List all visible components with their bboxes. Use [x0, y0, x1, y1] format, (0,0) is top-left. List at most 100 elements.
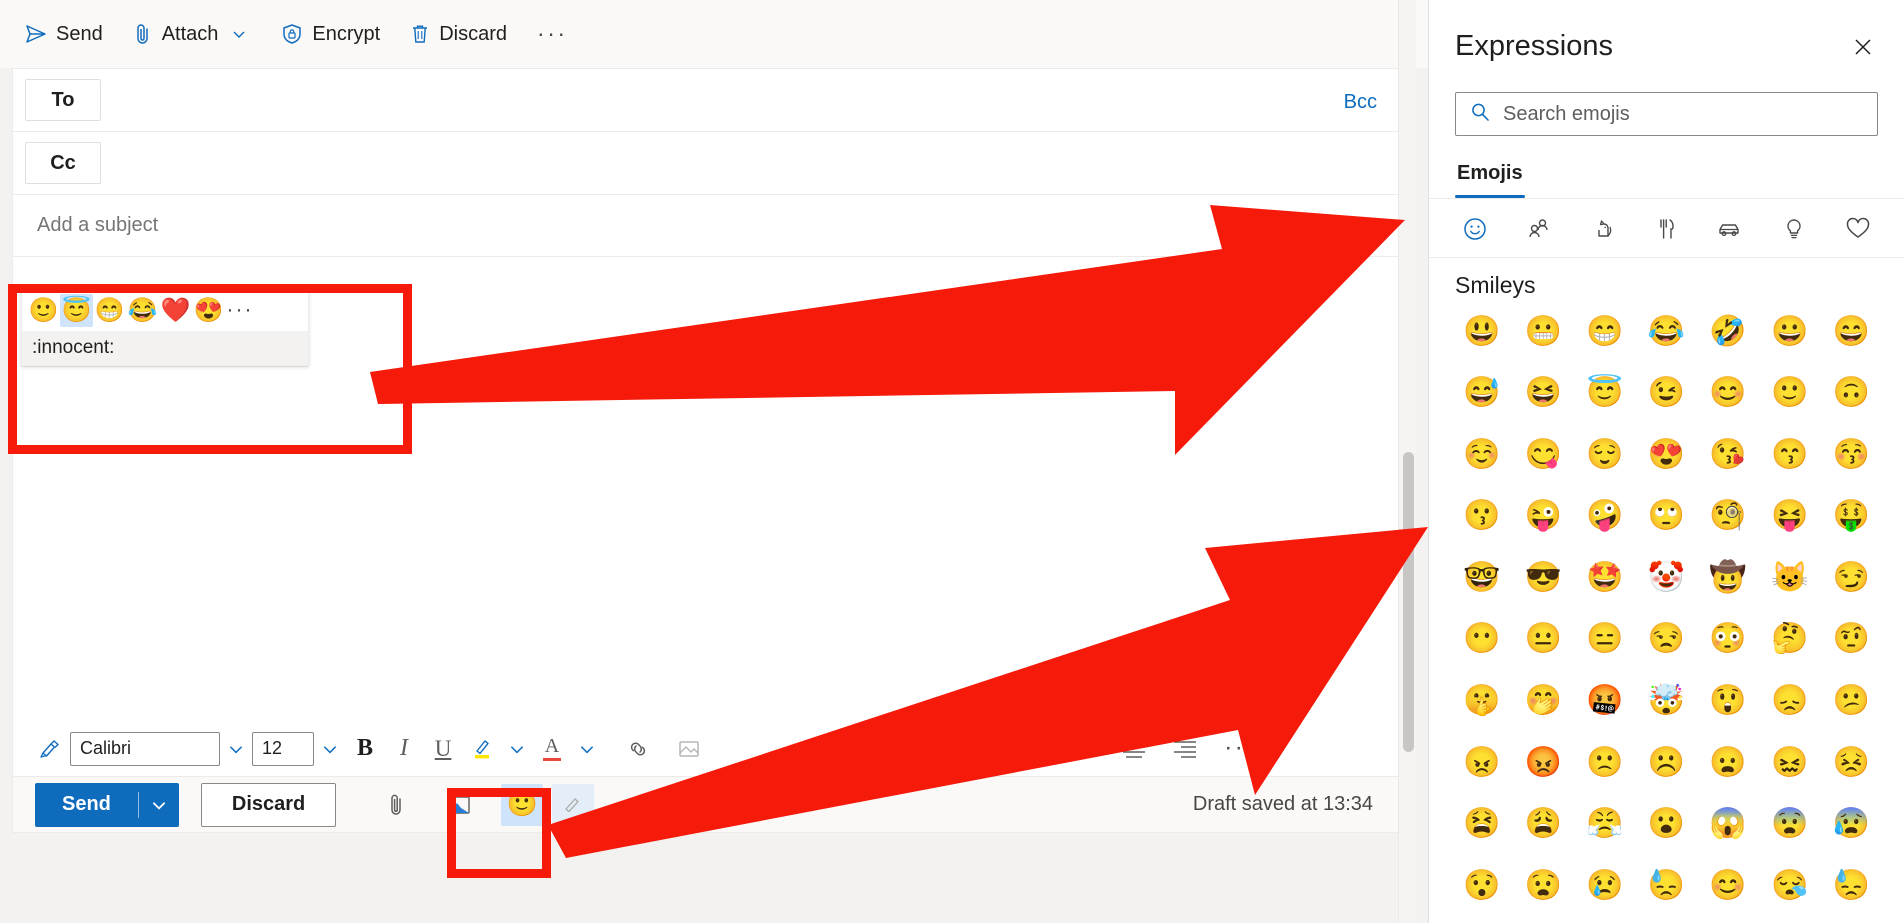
font-size-select[interactable]: 12 — [252, 731, 314, 766]
emoji-grid-item[interactable]: 😦 — [1697, 740, 1759, 785]
emoji-grid-item[interactable]: ☹️ — [1636, 740, 1698, 785]
emoji-grid-item[interactable]: 🤩 — [1574, 555, 1636, 600]
font-family-chevron-down-icon[interactable] — [221, 730, 251, 768]
font-family-select[interactable]: Calibri — [70, 731, 220, 766]
emoji-grid-item[interactable]: 😂 — [1636, 309, 1698, 354]
emoji-grid-item[interactable]: 😄 — [1820, 309, 1882, 354]
emoji-grid-item[interactable]: 🤫 — [1451, 679, 1513, 724]
insert-link-button[interactable] — [619, 730, 657, 768]
emoji-grid-item[interactable]: 😕 — [1820, 679, 1882, 724]
to-button[interactable]: To — [25, 79, 101, 121]
emoji-grid-item[interactable]: 😙 — [1759, 432, 1821, 477]
emoji-grid-item[interactable]: 🙂 — [1759, 371, 1821, 416]
increase-indent-button[interactable] — [948, 730, 986, 768]
emoji-suggestion-red-heart[interactable]: ❤️ — [159, 294, 192, 327]
emoji-grid-item[interactable]: 😚 — [1820, 432, 1882, 477]
align-center-button[interactable] — [1115, 730, 1153, 768]
close-icon[interactable] — [1844, 28, 1882, 66]
emoji-grid-item[interactable]: 😰 — [1820, 802, 1882, 847]
emoji-grid-item[interactable]: 😍 — [1636, 432, 1698, 477]
emoji-suggestion-slightly-smiling-face[interactable]: 🙂 — [27, 294, 60, 327]
emoji-search-box[interactable] — [1455, 92, 1878, 136]
emoji-grid-item[interactable]: 😃 — [1451, 309, 1513, 354]
emoji-search-input[interactable] — [1501, 101, 1877, 127]
emoji-grid-item[interactable]: 😠 — [1451, 740, 1513, 785]
bulleted-list-button[interactable] — [795, 730, 833, 768]
send-split-button[interactable]: Send — [35, 782, 179, 827]
emoji-grid-item[interactable]: ☺️ — [1451, 432, 1513, 477]
emoji-grid-item[interactable]: 😅 — [1451, 371, 1513, 416]
emoji-grid-item[interactable]: 😢 — [1574, 863, 1636, 908]
emoji-grid-item[interactable]: 😶 — [1451, 617, 1513, 662]
subject-input[interactable] — [35, 213, 1349, 238]
emoji-grid-item[interactable]: 😌 — [1574, 432, 1636, 477]
emoji-grid-item[interactable]: 😖 — [1759, 740, 1821, 785]
send-options-chevron-down-icon[interactable] — [139, 783, 179, 827]
emoji-grid-item[interactable]: 😧 — [1513, 863, 1575, 908]
emoji-grid-item[interactable]: 😆 — [1513, 371, 1575, 416]
underline-button[interactable]: U — [424, 730, 462, 768]
send-command[interactable]: Send — [12, 12, 116, 56]
emoji-grid-item[interactable]: 😋 — [1513, 432, 1575, 477]
emoji-grid-item[interactable]: 😡 — [1513, 740, 1575, 785]
send-bar-overflow-button[interactable]: ··· — [609, 784, 651, 826]
emoji-grid-item[interactable]: 😓 — [1820, 863, 1882, 908]
category-symbols-icon[interactable] — [1838, 209, 1878, 249]
discard-button[interactable]: Discard — [200, 782, 337, 827]
emoji-grid-item[interactable]: 😳 — [1697, 617, 1759, 662]
bold-button[interactable]: B — [346, 730, 384, 768]
category-smileys-icon[interactable] — [1455, 209, 1495, 249]
send-button[interactable]: Send — [35, 783, 138, 827]
category-food-icon[interactable] — [1646, 209, 1686, 249]
bcc-link[interactable]: Bcc — [1344, 91, 1377, 114]
emoji-suggestion-face-with-tears-of-joy[interactable]: 😂 — [126, 294, 159, 327]
highlight-chevron-down-icon[interactable] — [502, 730, 532, 768]
highlight-button[interactable] — [463, 730, 501, 768]
emoji-grid-item[interactable]: 😺 — [1759, 555, 1821, 600]
toolbar-overflow-command[interactable]: ··· — [524, 12, 580, 56]
compose-pane-scrollbar-thumb[interactable] — [1403, 452, 1414, 752]
emoji-suggestion-more-icon[interactable]: ··· — [225, 294, 255, 327]
insert-picture-button[interactable] — [670, 730, 708, 768]
to-input[interactable] — [109, 79, 1403, 121]
category-objects-icon[interactable] — [1774, 209, 1814, 249]
emoji-grid-item[interactable]: 😐 — [1513, 617, 1575, 662]
emoji-grid-item[interactable]: 😁 — [1574, 309, 1636, 354]
emoji-suggestion-smiling-face-with-heart-eyes[interactable]: 😍 — [192, 294, 225, 327]
emoji-grid-item[interactable]: 😒 — [1636, 617, 1698, 662]
emoji-grid-item[interactable]: 😉 — [1636, 371, 1698, 416]
format-overflow-button[interactable]: ··· — [1221, 730, 1259, 768]
tab-emojis[interactable]: Emojis — [1455, 156, 1525, 198]
emoji-grid-item[interactable]: 🤪 — [1574, 494, 1636, 539]
emoji-grid-item[interactable]: 🙄 — [1636, 494, 1698, 539]
emoji-grid-item[interactable]: 😘 — [1697, 432, 1759, 477]
emoji-grid-item[interactable]: 😓 — [1636, 863, 1698, 908]
emoji-suggestion-innocent[interactable]: 😇 — [60, 293, 93, 327]
font-color-button[interactable]: A — [533, 730, 571, 768]
font-color-chevron-down-icon[interactable] — [572, 730, 602, 768]
emoji-grid-item[interactable]: 🤠 — [1697, 555, 1759, 600]
decrease-indent-button[interactable] — [897, 730, 935, 768]
format-painter-button[interactable] — [31, 730, 69, 768]
emoji-grid-item[interactable]: 🤡 — [1636, 555, 1698, 600]
attach-chevron-down-icon[interactable] — [227, 26, 251, 42]
emoji-grid-item[interactable]: 😪 — [1759, 863, 1821, 908]
emoji-grid-item[interactable]: 🙁 — [1574, 740, 1636, 785]
emoji-grid-item[interactable]: 🤭 — [1513, 679, 1575, 724]
emoji-grid-item[interactable]: 😜 — [1513, 494, 1575, 539]
emoji-grid-item[interactable]: 🤓 — [1451, 555, 1513, 600]
emoji-grid-item[interactable]: 😣 — [1820, 740, 1882, 785]
emoji-grid-item[interactable]: 😯 — [1451, 863, 1513, 908]
italic-button[interactable]: I — [385, 730, 423, 768]
emoji-grid-item[interactable]: 😑 — [1574, 617, 1636, 662]
emoji-grid-item[interactable]: 🤔 — [1759, 617, 1821, 662]
emoji-grid-item[interactable]: 😱 — [1697, 802, 1759, 847]
emoji-grid-item[interactable]: 😫 — [1451, 802, 1513, 847]
attach-command[interactable]: Attach — [120, 12, 265, 56]
emoji-grid-item[interactable]: 😨 — [1759, 802, 1821, 847]
emoji-grid-item[interactable]: 😤 — [1574, 802, 1636, 847]
emoji-grid-item[interactable]: 😗 — [1451, 494, 1513, 539]
emoji-suggestion-beaming-face[interactable]: 😁 — [93, 294, 126, 327]
cc-button[interactable]: Cc — [25, 142, 101, 184]
emoji-grid-item[interactable]: 😮 — [1636, 802, 1698, 847]
